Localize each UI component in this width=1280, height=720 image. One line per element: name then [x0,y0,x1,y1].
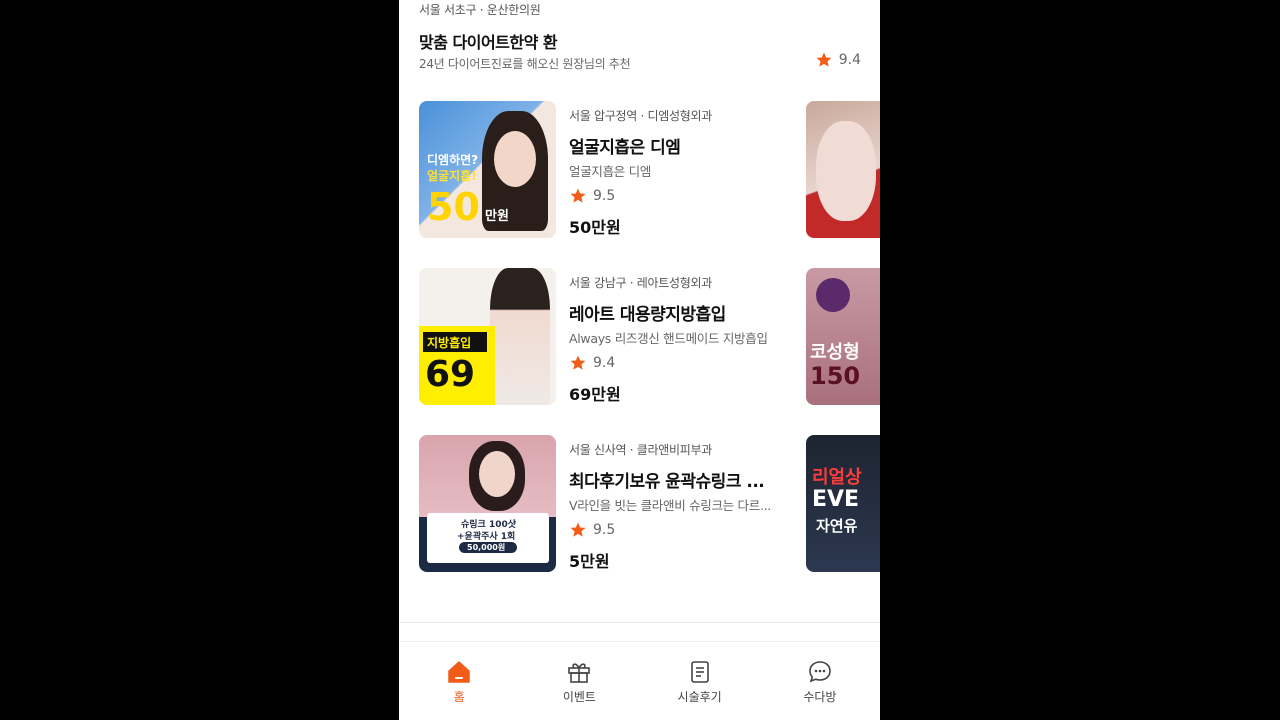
thumbnail-image: 디엠하면? 얼굴지흡! 50 만원 [419,101,556,238]
thumb-caption: EVE [812,487,860,512]
thumb-caption: 리얼상 [812,467,862,488]
item-description: V라인을 빗는 클라앤비 슈링크는 다르... [569,498,771,513]
chat-icon [809,661,831,683]
item-rating: 9.4 [569,354,615,372]
thumb-caption: 만원 [485,209,509,224]
tab-review[interactable]: 시술후기 [640,642,760,720]
divider [399,622,880,623]
rating-value: 9.4 [593,355,616,371]
rating-value: 9.4 [838,52,861,68]
review-icon [690,661,709,683]
rating-value: 9.5 [593,522,616,538]
next-item-thumbnail[interactable]: 코성형 150 [806,268,880,405]
item-title: 얼굴지흡은 디엠 [569,138,681,158]
card-location: 서울 서초구 · 운산한의원 [419,3,541,17]
gift-icon [568,663,591,683]
thumb-caption: 69 [425,354,476,395]
thumb-caption: 지방흡입 [427,336,472,350]
star-icon [570,188,586,203]
tab-chat[interactable]: 수다방 [760,642,880,720]
item-rating: 9.5 [569,521,615,539]
rating-value: 9.5 [593,188,616,204]
thumb-caption: 얼굴지흡! [427,169,477,183]
thumb-caption: 150 [810,362,861,390]
item-location: 서울 강남구 · 레아트성형외과 [569,276,712,290]
thumb-caption: 디엠하면? [427,153,479,167]
thumb-caption: 50 [427,185,480,229]
star-icon [570,355,586,370]
item-rating: 9.5 [569,187,615,205]
next-item-thumbnail[interactable] [806,101,880,238]
item-description: 얼굴지흡은 디엠 [569,164,652,179]
thumbnail-image: 지방흡입 69 [419,268,556,405]
thumb-caption: 코성형 [810,342,860,363]
thumb-caption: +윤곽주사 1회 [457,532,516,542]
tab-label: 이벤트 [562,690,596,704]
list-item[interactable]: 지방흡입 69 서울 강남구 · 레아트성형외과 레아트 대용량지방흡입 Alw… [419,268,880,405]
bottom-tab-bar: 홈 이벤트 시술후기 수다방 [399,641,880,720]
card-description: 24년 다이어트진료를 해오신 원장님의 추천 [419,57,631,71]
star-icon [816,52,832,67]
item-price: 69만원 [569,385,621,404]
tab-home[interactable]: 홈 [399,642,519,720]
item-title: 최다후기보유 윤곽슈링크 ... [569,472,765,492]
home-icon [448,661,470,683]
item-price: 50만원 [569,218,621,237]
item-location: 서울 신사역 · 클라앤비피부과 [569,443,712,457]
star-icon [570,522,586,537]
phone-screen: 서울 서초구 · 운산한의원 맞춤 다이어트한약 환 24년 다이어트진료를 해… [399,0,880,720]
item-title: 레아트 대용량지방흡입 [569,305,726,325]
tab-label: 홈 [453,690,465,704]
thumb-caption: 자연유 [816,517,858,535]
tab-event[interactable]: 이벤트 [519,642,639,720]
thumbnail-image: 슈링크 100샷 +윤곽주사 1회 50,000원 [419,435,556,572]
list-item[interactable]: 슈링크 100샷 +윤곽주사 1회 50,000원 서울 신사역 · 클라앤비피… [419,435,880,572]
thumb-caption: 50,000원 [467,543,506,552]
item-description: Always 리즈갱신 핸드메이드 지방흡입 [569,331,768,346]
next-item-thumbnail[interactable]: 리얼상 EVE 자연유 [806,435,880,572]
card-rating: 9.4 [815,51,861,69]
item-price: 5만원 [569,552,610,571]
list-item[interactable]: 디엠하면? 얼굴지흡! 50 만원 서울 압구정역 · 디엠성형외과 얼굴지흡은… [419,101,880,238]
recommend-card-top[interactable]: 서울 서초구 · 운산한의원 맞춤 다이어트한약 환 24년 다이어트진료를 해… [419,0,861,80]
tab-label: 수다방 [803,690,837,704]
item-location: 서울 압구정역 · 디엠성형외과 [569,109,712,123]
card-title: 맞춤 다이어트한약 환 [419,33,558,52]
tab-label: 시술후기 [677,690,722,704]
